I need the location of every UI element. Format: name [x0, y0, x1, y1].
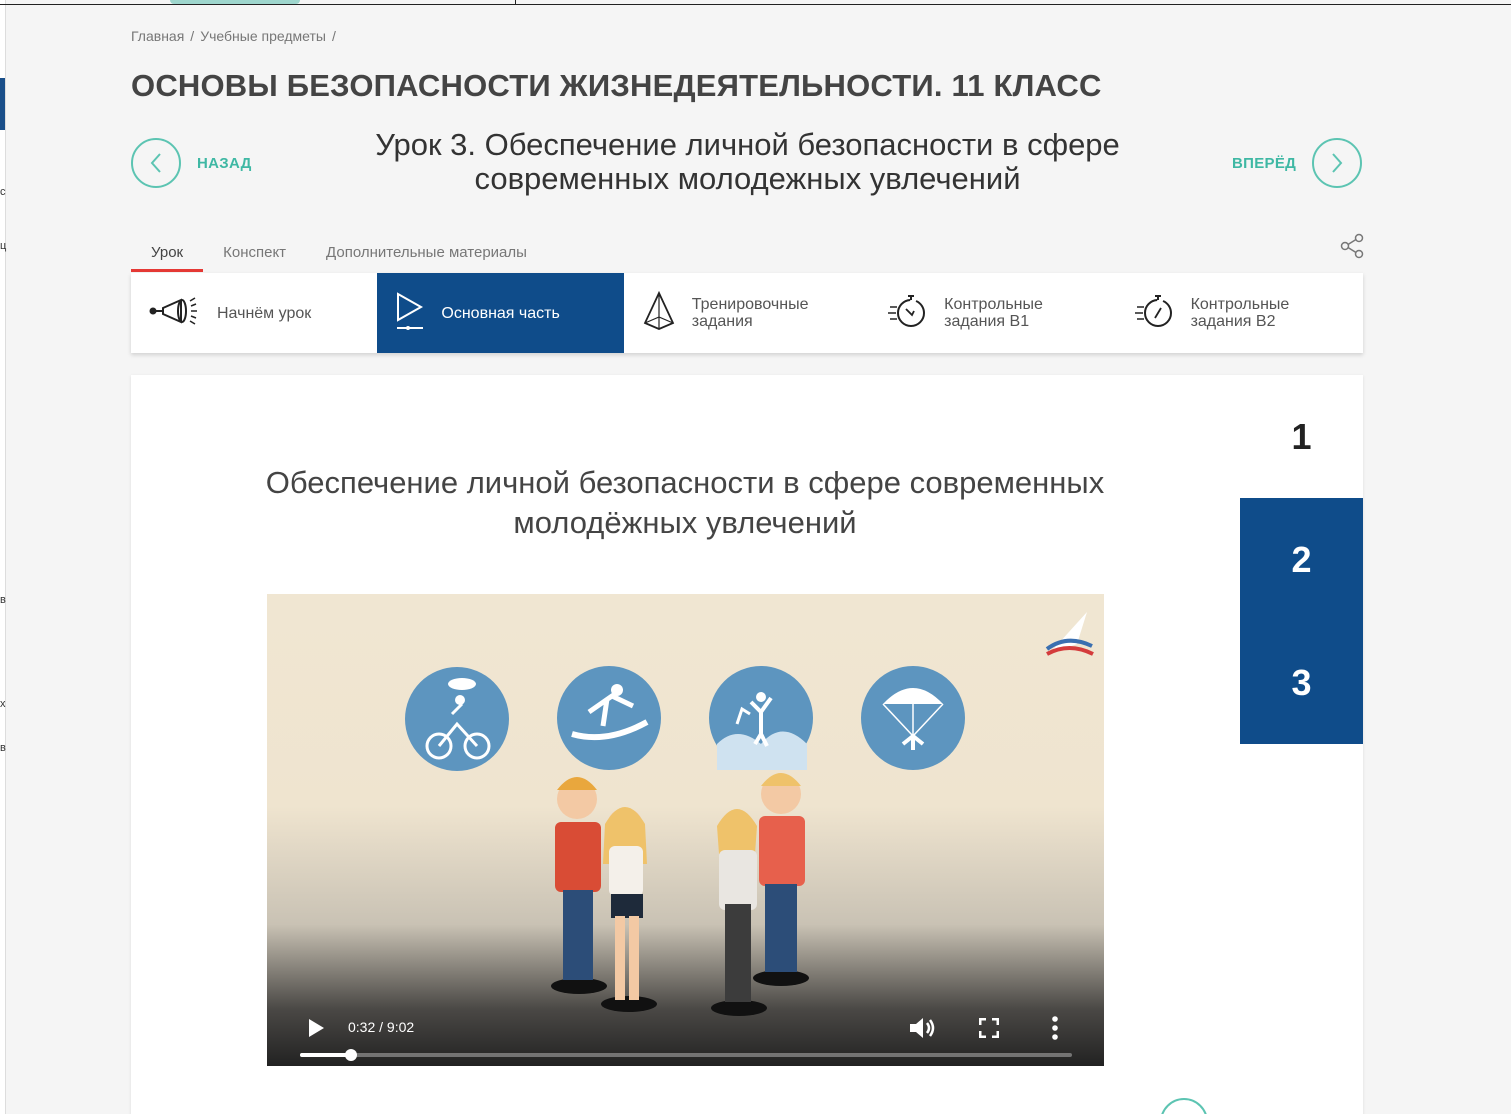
step-label: Контрольные [1190, 296, 1290, 313]
step-label: Начнём урок [217, 304, 312, 322]
prev-lesson-label: НАЗАД [197, 154, 252, 172]
more-vertical-icon [1052, 1016, 1058, 1040]
share-icon[interactable] [1338, 232, 1366, 260]
video-controls: 0:32 / 9:02 [267, 986, 1104, 1066]
step-label: задания В1 [944, 313, 1030, 330]
lesson-tabs: Урок Конспект Дополнительные материалы [131, 238, 547, 272]
lesson-steps: Начнём урок Основная часть Тренировочные… [131, 273, 1363, 353]
slide-page-2[interactable]: 2 [1240, 498, 1363, 621]
window-divider [515, 0, 516, 5]
breadcrumb-home-link[interactable]: Главная [131, 28, 184, 44]
play-icon [395, 291, 425, 336]
background-glyph: ц [0, 240, 7, 252]
background-glyph: х [0, 698, 6, 710]
play-icon [309, 1019, 324, 1037]
step-control-tasks-b1[interactable]: Контрольные задания В1 [870, 273, 1116, 353]
lesson-title-line: современных молодежных увлечений [474, 161, 1021, 196]
play-button[interactable] [307, 1018, 325, 1043]
fullscreen-button[interactable] [978, 1017, 1000, 1043]
slide-title-line: Обеспечение личной безопасности в сфере … [265, 465, 1105, 500]
volume-icon [910, 1018, 935, 1038]
megaphone-icon [149, 293, 201, 334]
breadcrumb-separator: / [331, 28, 336, 44]
parachute-circle [861, 666, 965, 770]
step-label: Основная часть [441, 304, 560, 322]
cycling-circle [405, 667, 509, 771]
next-lesson-button[interactable]: ВПЕРЁД [1232, 138, 1363, 188]
step-main-part[interactable]: Основная часть [377, 273, 624, 353]
breadcrumb: Главная / Учебные предметы / [131, 28, 336, 44]
step-label: задания [691, 313, 753, 330]
lesson-title-line: Урок 3. Обеспечение личной безопасности … [375, 127, 1120, 162]
window-top-border [0, 4, 1511, 5]
prev-lesson-button[interactable]: НАЗАД [131, 138, 252, 188]
channel-logo-icon [1045, 612, 1094, 656]
tab-extra-materials[interactable]: Дополнительные материалы [306, 238, 547, 271]
teen-characters-illustration [551, 773, 809, 1016]
snowboard-circle [557, 666, 661, 770]
step-label: Контрольные [944, 296, 1043, 313]
step-label: задания В2 [1190, 313, 1276, 330]
chevron-right-icon [1312, 138, 1363, 188]
slide-pager: 1 2 3 [1240, 375, 1363, 744]
fullscreen-icon [978, 1017, 1000, 1039]
page-title: ОСНОВЫ БЕЗОПАСНОСТИ ЖИЗНЕДЕЯТЕЛЬНОСТИ. 1… [131, 68, 1102, 103]
slide-title: Обеспечение личной безопасности в сфере … [231, 463, 1139, 543]
background-glyph: с [0, 186, 6, 198]
pyramid-icon [642, 290, 676, 336]
tab-summary[interactable]: Конспект [203, 238, 306, 271]
background-window-strip: с ц в х в [0, 0, 6, 1114]
video-progress-bar[interactable] [300, 1049, 1072, 1061]
slide-page-1[interactable]: 1 [1240, 375, 1363, 498]
climbing-circle [709, 666, 813, 770]
lesson-title: Урок 3. Обеспечение личной безопасности … [330, 128, 1165, 196]
video-player[interactable]: 0:32 / 9:02 [267, 594, 1104, 1066]
video-time: 0:32 / 9:02 [348, 1019, 415, 1035]
chevron-left-icon [131, 138, 181, 188]
breadcrumb-separator: / [190, 28, 195, 44]
slide-title-line: молодёжных увлечений [513, 505, 857, 540]
more-options-button[interactable] [1051, 1016, 1059, 1045]
stopwatch-icon [1134, 291, 1175, 336]
step-training-tasks[interactable]: Тренировочные задания [624, 273, 870, 353]
stopwatch-icon [888, 291, 928, 336]
background-glyph: в [0, 742, 6, 754]
volume-button[interactable] [908, 1016, 936, 1045]
breadcrumb-subjects-link[interactable]: Учебные предметы [200, 28, 326, 44]
slide-page-3[interactable]: 3 [1240, 621, 1363, 744]
step-start-lesson[interactable]: Начнём урок [131, 273, 377, 353]
tab-lesson[interactable]: Урок [131, 238, 204, 272]
step-label: Тренировочные [691, 296, 809, 313]
background-window-accent [0, 78, 5, 130]
video-progress-handle[interactable] [344, 1049, 357, 1061]
step-control-tasks-b2[interactable]: Контрольные задания В2 [1117, 273, 1363, 353]
background-glyph: в [0, 594, 6, 606]
video-progress-fill [300, 1053, 351, 1057]
next-lesson-label: ВПЕРЁД [1232, 154, 1297, 172]
slide-panel: Обеспечение личной безопасности в сфере … [131, 375, 1363, 1114]
window-top-accent [170, 0, 300, 4]
